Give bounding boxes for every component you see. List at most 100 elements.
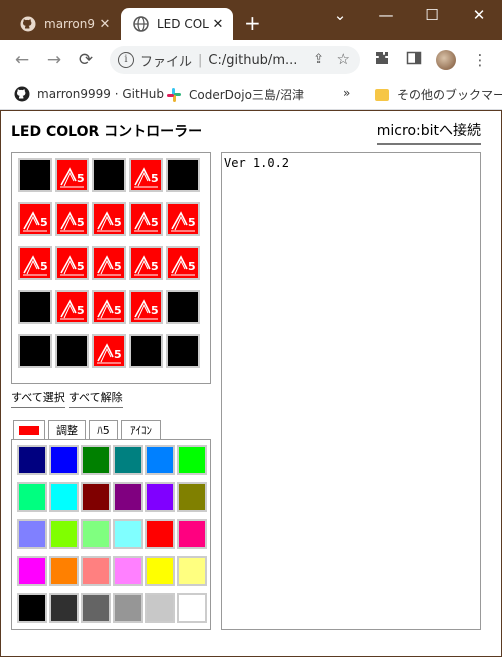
palette-color[interactable] (17, 482, 47, 512)
led-cell[interactable]: 5 (18, 202, 52, 236)
connect-button[interactable]: micro:bitへ接続 (376, 120, 481, 145)
bookmarks-bar: marron9999 · GitHub CoderDojo三島/沼津 » その他… (0, 80, 502, 110)
svg-text:5: 5 (40, 260, 48, 273)
bookmark-label: その他のブックマーク (397, 88, 502, 102)
led-cell[interactable] (18, 158, 52, 192)
palette-color[interactable] (49, 482, 79, 512)
deselect-all-button[interactable]: すべて解除 (68, 389, 123, 408)
svg-text:5: 5 (77, 260, 85, 273)
palette-color[interactable] (81, 482, 111, 512)
palette-color[interactable] (177, 519, 207, 549)
reload-icon[interactable]: ⟳ (76, 50, 96, 70)
select-all-button[interactable]: すべて選択 (11, 389, 65, 408)
palette-color[interactable] (177, 445, 207, 475)
led-cell[interactable] (166, 290, 200, 324)
led-cell[interactable] (166, 334, 200, 368)
menu-kebab-icon[interactable]: ⋮ (470, 50, 490, 70)
palette-color[interactable] (81, 519, 111, 549)
led-cell[interactable]: 5 (166, 202, 200, 236)
github-icon (14, 86, 30, 102)
new-tab-button[interactable]: + (244, 13, 261, 33)
palette-color[interactable] (113, 519, 143, 549)
palette-color[interactable] (145, 593, 175, 623)
led-cell[interactable]: 5 (18, 246, 52, 280)
address-url[interactable]: C:/github/m... (208, 53, 298, 68)
forward-arrow-icon[interactable]: → (44, 50, 64, 70)
bookmarks-overflow[interactable]: » (343, 86, 350, 100)
back-arrow-icon[interactable]: ← (12, 50, 32, 70)
palette-color[interactable] (145, 482, 175, 512)
palette-color[interactable] (49, 519, 79, 549)
palette-color[interactable] (49, 556, 79, 586)
led-cell[interactable] (129, 334, 163, 368)
palette-color[interactable] (145, 445, 175, 475)
info-icon[interactable]: i (118, 52, 134, 68)
led-cell[interactable]: 5 (92, 246, 126, 280)
share-icon[interactable]: ⇪ (313, 52, 324, 67)
palette-color[interactable] (81, 593, 111, 623)
led-cell[interactable]: 5 (129, 202, 163, 236)
tab-adjust[interactable]: 調整 (48, 420, 86, 439)
led-cell[interactable]: 5 (92, 290, 126, 324)
bookmark-star-icon[interactable]: ☆ (337, 50, 350, 68)
palette-color[interactable] (113, 445, 143, 475)
svg-text:5: 5 (151, 304, 159, 317)
led-cell[interactable]: 5 (92, 202, 126, 236)
palette-color[interactable] (145, 556, 175, 586)
palette-color[interactable] (177, 593, 207, 623)
svg-text:5: 5 (77, 304, 85, 317)
bookmark-coderdojo[interactable]: CoderDojo三島/沼津 (166, 86, 304, 103)
palette-color[interactable] (49, 445, 79, 475)
palette-color[interactable] (49, 593, 79, 623)
led-cell[interactable] (18, 290, 52, 324)
led-cell[interactable] (92, 158, 126, 192)
tab-led-color[interactable]: LED COL ✕ (121, 8, 233, 40)
palette-color[interactable] (17, 519, 47, 549)
palette-color[interactable] (17, 593, 47, 623)
palette-color[interactable] (17, 556, 47, 586)
palette-color[interactable] (113, 556, 143, 586)
tab-pattern[interactable]: ﾊ5 (89, 420, 118, 439)
palette-color[interactable] (177, 556, 207, 586)
palette-color[interactable] (113, 593, 143, 623)
svg-text:5: 5 (77, 172, 85, 185)
close-tab-icon[interactable]: ✕ (209, 17, 227, 32)
palette-color[interactable] (177, 482, 207, 512)
color-swatch (19, 425, 39, 435)
side-panel-icon[interactable] (404, 50, 424, 70)
profile-avatar[interactable] (436, 50, 456, 70)
led-cell[interactable]: 5 (129, 158, 163, 192)
led-cell[interactable] (166, 158, 200, 192)
svg-text:5: 5 (114, 260, 122, 273)
palette-color[interactable] (81, 445, 111, 475)
led-cell[interactable]: 5 (55, 290, 89, 324)
tab-github[interactable]: marron9 ✕ (8, 8, 120, 40)
tab-title: marron9 (44, 17, 96, 31)
led-cell[interactable]: 5 (55, 246, 89, 280)
led-cell[interactable]: 5 (55, 202, 89, 236)
palette-color[interactable] (17, 445, 47, 475)
maximize-button[interactable]: ☐ (420, 6, 444, 24)
palette-color[interactable] (145, 519, 175, 549)
palette-color[interactable] (81, 556, 111, 586)
bookmark-other-folder[interactable]: その他のブックマーク (374, 86, 502, 103)
bookmark-github[interactable]: marron9999 · GitHub (14, 86, 164, 102)
led-cell[interactable]: 5 (55, 158, 89, 192)
led-cell[interactable]: 5 (129, 290, 163, 324)
address-bar[interactable]: i ファイル | C:/github/m... ⇪ ☆ (110, 46, 360, 74)
tab-icons[interactable]: ｱｲｺﾝ (121, 420, 161, 439)
led-cell[interactable] (55, 334, 89, 368)
extensions-icon[interactable] (372, 50, 392, 70)
led-cell[interactable]: 5 (92, 334, 126, 368)
color-palette (11, 439, 211, 630)
tab-search-icon[interactable]: ⌄ (328, 6, 352, 24)
led-cell[interactable]: 5 (129, 246, 163, 280)
close-window-button[interactable]: ✕ (467, 6, 491, 24)
led-cell[interactable] (18, 334, 52, 368)
page-title: LED COLOR コントローラー (11, 124, 203, 140)
palette-color[interactable] (113, 482, 143, 512)
led-cell[interactable]: 5 (166, 246, 200, 280)
close-tab-icon[interactable]: ✕ (96, 17, 114, 32)
tab-color[interactable] (13, 420, 45, 439)
minimize-button[interactable]: — (374, 6, 398, 24)
